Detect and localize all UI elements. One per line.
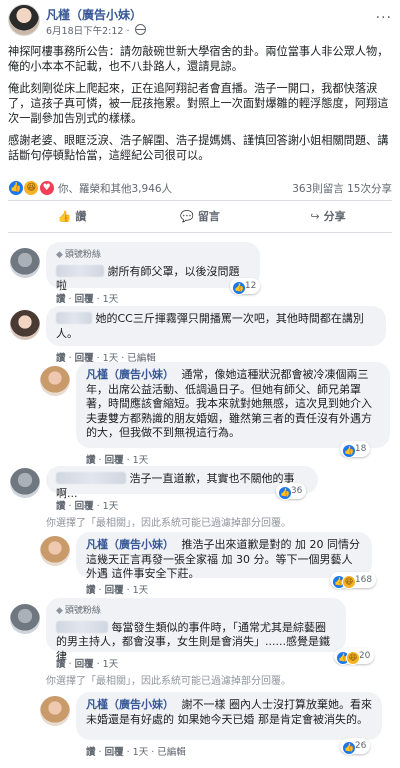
- divider: [8, 200, 392, 201]
- reaction-icons[interactable]: 👍 😆 ♥: [8, 180, 55, 196]
- commenter-avatar[interactable]: [10, 310, 40, 340]
- post-paragraph: 俺此刻剛從床上爬起來，正在追阿翔記者會直播。浩子一開口，我都快落淚了，這孩子真可…: [8, 82, 389, 125]
- comment-icon: 💬: [180, 210, 194, 223]
- post-actions: 👍 讚 💬 留言 ↪ 分享: [8, 205, 392, 229]
- comment-bubble: 她的CC三斤揮霧彈只開播罵一次吧，其他時間都在講別人。: [46, 306, 386, 346]
- top-fan-badge: ◆ 頭號粉絲: [56, 250, 101, 260]
- page-avatar[interactable]: [40, 366, 70, 396]
- comment-actions: 讚 · 回覆 · 1天: [86, 585, 149, 596]
- share-icon: ↪: [310, 210, 320, 223]
- like-reaction-icon: 👍: [342, 444, 356, 458]
- like-reaction-icon: 👍: [342, 741, 356, 755]
- comment-time[interactable]: 1天: [103, 501, 119, 512]
- commenter-name[interactable]: 凡槿（廣告小妹）: [86, 368, 174, 381]
- comment-bubble: ◆ 頭號粉絲 每當發生類似的事件時，「通常尤其是綜藝圈的男主持人，都會沒事，女生則…: [46, 598, 346, 663]
- haha-reaction-icon: 😆: [342, 575, 356, 589]
- comment-like-link[interactable]: 讚: [86, 585, 96, 596]
- haha-reaction-icon: 😆: [346, 651, 360, 665]
- comment-bubble: 凡槿（廣告小妹） 推浩子出來道歉是對的 加 20 同情分 這幾天正言再發一張全家…: [76, 532, 372, 580]
- comment-actions: 讚 · 回覆 · 1天: [86, 455, 149, 466]
- commenter-name[interactable]: 凡槿（廣告小妹）: [86, 538, 174, 551]
- comment-like-link[interactable]: 讚: [86, 747, 96, 758]
- commenter-name[interactable]: 凡槿（廣告小妹）: [86, 698, 174, 711]
- comment-like-link[interactable]: 讚: [56, 501, 66, 512]
- filtered-replies-notice: 你選擇了「最相關」，因此系統可能已過濾掉部分回覆。: [46, 518, 291, 529]
- post-body: 神探阿樓事務所公告：請勿敲碗世新大學宿舍的卦。兩位當事人非公眾人物，俺的小本本不…: [8, 44, 390, 170]
- love-reaction-icon: ♥: [38, 180, 55, 196]
- comment-reply-link[interactable]: 回覆: [105, 455, 124, 466]
- reactions-summary: 👍 😆 ♥ 你、羅榮和其他3,946人 363則留言 15次分享: [8, 180, 392, 196]
- like-reaction-icon: 👍: [232, 281, 246, 295]
- post-timestamp[interactable]: 6月18日下午2:12: [46, 26, 123, 37]
- like-reaction-icon: 👍: [8, 180, 24, 196]
- comment-reply-link[interactable]: 回覆: [75, 294, 94, 305]
- comments-count[interactable]: 363則留言: [292, 183, 344, 195]
- comment-reactions[interactable]: 👍😆 168: [330, 572, 377, 589]
- comment-actions: 讚 · 回覆 · 1天: [56, 501, 119, 512]
- comment-bubble: ◆ 頭號粉絲 謝所有師父罩，以後沒問題啦: [46, 242, 260, 292]
- page-name[interactable]: 凡槿（廣告小妹）: [46, 6, 142, 23]
- comment-reply-link[interactable]: 回覆: [75, 501, 94, 512]
- blurred-commenter-name[interactable]: [56, 264, 104, 277]
- more-options-icon[interactable]: ···: [376, 10, 392, 26]
- comment-time[interactable]: 1天: [103, 294, 119, 305]
- globe-icon: [134, 24, 146, 35]
- comment-like-link[interactable]: 讚: [56, 294, 66, 305]
- comment-actions: 讚 · 回覆 · 1天: [56, 659, 119, 670]
- comment-time[interactable]: 1天: [133, 585, 149, 596]
- comment-reply-link[interactable]: 回覆: [75, 659, 94, 670]
- comment-reactions[interactable]: 👍 12: [230, 278, 261, 295]
- post-paragraph: 神探阿樓事務所公告：請勿敲碗世新大學宿舍的卦。兩位當事人非公眾人物，俺的小本本不…: [8, 45, 389, 73]
- comment-like-link[interactable]: 讚: [56, 659, 66, 670]
- divider: [8, 232, 392, 233]
- commenter-avatar[interactable]: [10, 468, 40, 498]
- post-paragraph: 感謝老婆、眼眶泛淚、浩子解圍、浩子提媽媽、謹慎回答謝小姐相關問題、講話斷句停頓點…: [8, 134, 389, 162]
- comment-reply-link[interactable]: 回覆: [105, 585, 124, 596]
- like-button[interactable]: 👍 讚: [8, 205, 136, 229]
- page-avatar[interactable]: [8, 4, 40, 36]
- comment-actions: 讚 · 回覆 · 1天 · 已編輯: [86, 747, 186, 758]
- blurred-commenter-name[interactable]: [56, 312, 92, 324]
- commenter-avatar[interactable]: [10, 248, 40, 278]
- comment-time[interactable]: 1天: [103, 659, 119, 670]
- comment-reactions[interactable]: 👍 36: [276, 483, 307, 500]
- top-fan-badge: ◆ 頭號粉絲: [56, 606, 101, 616]
- comment-share-count: 363則留言 15次分享: [292, 181, 392, 196]
- comment-like-link[interactable]: 讚: [56, 353, 66, 364]
- filtered-replies-notice: 你選擇了「最相關」，因此系統可能已過濾掉部分回覆。: [46, 676, 291, 687]
- comment-like-link[interactable]: 讚: [86, 455, 96, 466]
- post-meta: 6月18日下午2:12 ·: [46, 23, 146, 37]
- comment-actions: 讚 · 回覆 · 1天: [56, 294, 119, 305]
- comment-reactions[interactable]: 👍 26: [340, 738, 371, 755]
- comment-reactions[interactable]: 👍 18: [340, 441, 371, 458]
- comment-bubble: 凡槿（廣告小妹） 通常，像她這種狀況都會被冷凍個兩三年，出席公益活動、低調過日子…: [76, 362, 390, 448]
- diamond-icon: ◆: [56, 606, 63, 616]
- comment-bubble: 凡槿（廣告小妹） 謝不一樣 圈內人士沒打算放棄她。看來 未婚還是有好處的 如果她…: [76, 692, 382, 740]
- page-avatar[interactable]: [40, 696, 70, 726]
- reaction-count[interactable]: 你、羅榮和其他3,946人: [58, 181, 172, 196]
- haha-reaction-icon: 😆: [23, 180, 40, 196]
- comment-reply-link[interactable]: 回覆: [105, 747, 124, 758]
- comment-reactions[interactable]: 👍😆 20: [334, 648, 375, 665]
- comment-time[interactable]: 1天: [133, 455, 149, 466]
- blurred-commenter-name[interactable]: [56, 472, 126, 484]
- page-avatar[interactable]: [40, 536, 70, 566]
- shares-count[interactable]: 15次分享: [347, 183, 392, 195]
- share-button[interactable]: ↪ 分享: [264, 205, 392, 229]
- thumbs-up-icon: 👍: [57, 210, 72, 223]
- diamond-icon: ◆: [56, 250, 63, 260]
- edited-label[interactable]: 已編輯: [157, 747, 186, 758]
- post-header: 凡槿（廣告小妹） 6月18日下午2:12 · ···: [8, 4, 392, 38]
- blurred-commenter-name[interactable]: [56, 620, 108, 633]
- comment-time[interactable]: 1天: [133, 747, 149, 758]
- comment-button[interactable]: 💬 留言: [136, 205, 264, 229]
- commenter-avatar[interactable]: [10, 604, 40, 634]
- comment-text: 她的CC三斤揮霧彈只開播罵一次吧，其他時間都在講別人。: [56, 312, 364, 340]
- like-reaction-icon: 👍: [278, 486, 292, 500]
